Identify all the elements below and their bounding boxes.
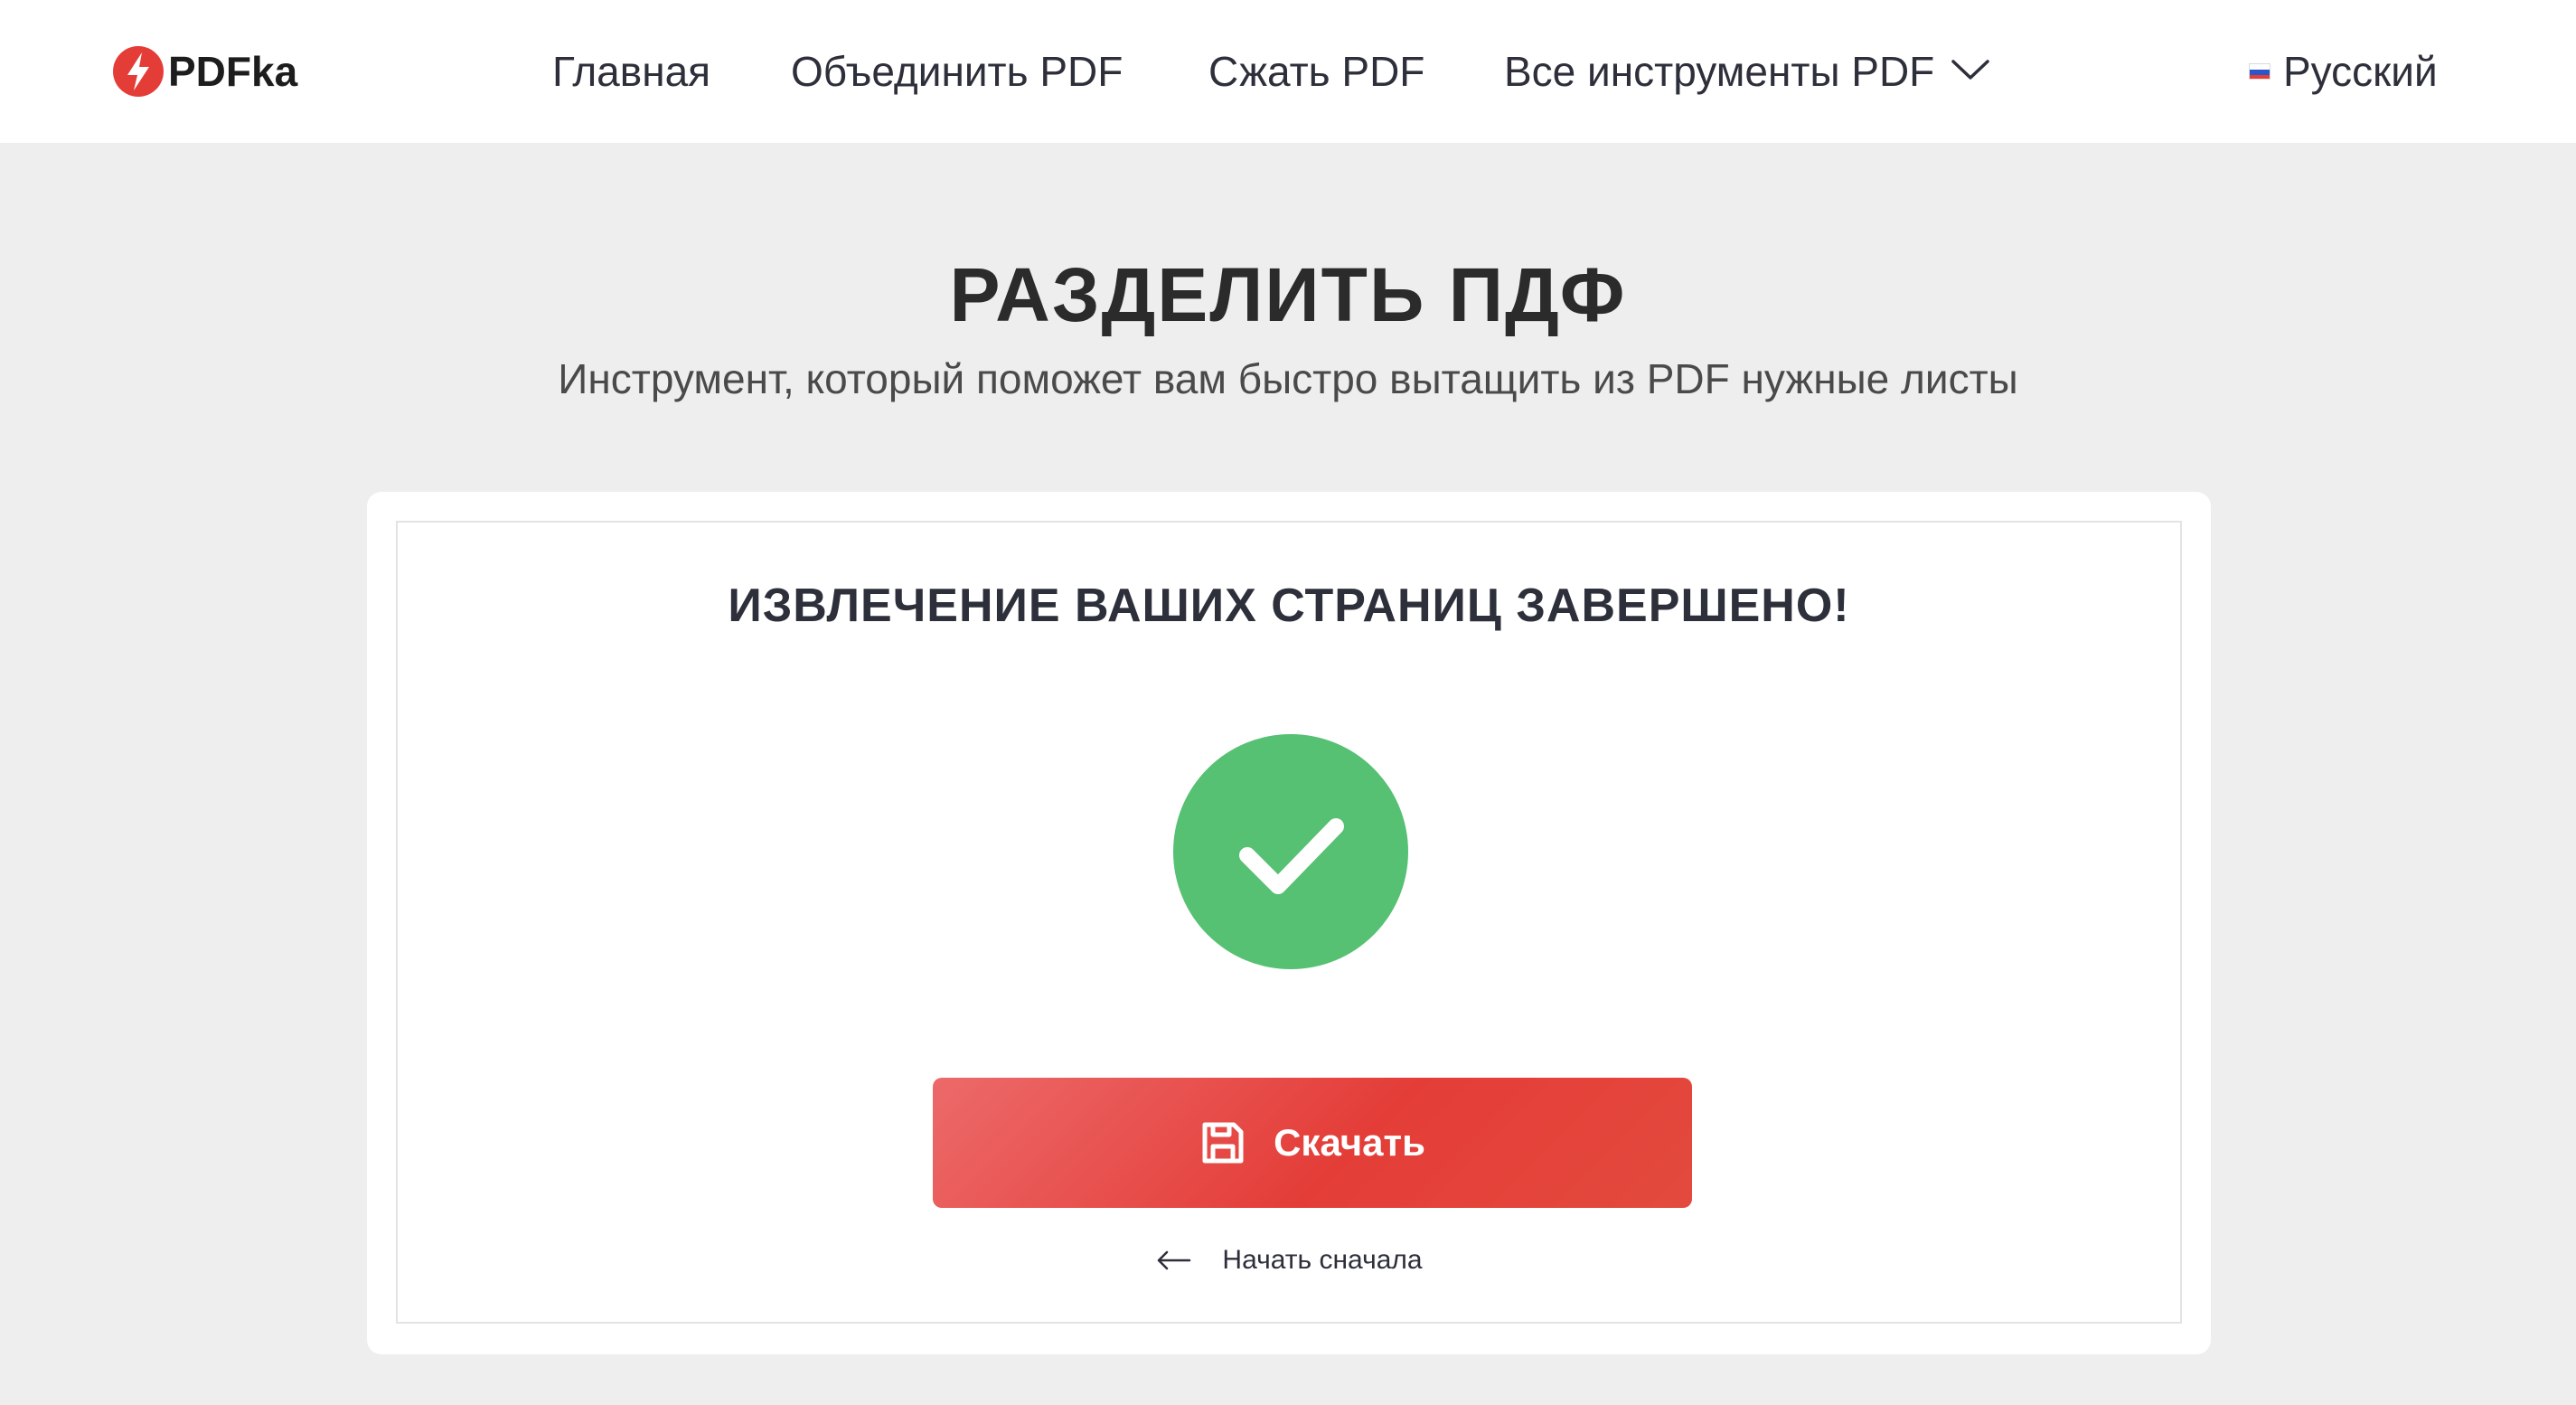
language-label: Русский [2283, 48, 2438, 95]
restart-link[interactable]: Начать сначала [398, 1242, 2180, 1278]
result-title: ИЗВЛЕЧЕНИЕ ВАШИХ СТРАНИЦ ЗАВЕРШЕНО! [728, 580, 1850, 632]
arrow-left-icon [1158, 1250, 1191, 1270]
checkmark-icon [1239, 818, 1344, 894]
nav-item-home[interactable]: Главная [552, 45, 710, 98]
nav-item-all-tools[interactable]: Все инструменты PDF [1504, 45, 1934, 98]
success-badge [1173, 734, 1408, 969]
nav-item-merge-pdf[interactable]: Объединить PDF [791, 45, 1123, 98]
floppy-disk-icon [1202, 1122, 1244, 1164]
result-panel: ИЗВЛЕЧЕНИЕ ВАШИХ СТРАНИЦ ЗАВЕРШЕНО! Скач… [396, 521, 2182, 1324]
russia-flag-icon [2249, 63, 2270, 80]
page-title: РАЗДЕЛИТЬ ПДФ [949, 252, 1627, 337]
nav-item-compress-pdf[interactable]: Сжать PDF [1208, 45, 1424, 98]
main-nav: Главная Объединить PDF Сжать PDF Все инс… [0, 0, 2576, 143]
download-label: Скачать [1274, 1121, 1425, 1164]
page-subtitle: Инструмент, который поможет вам быстро в… [558, 355, 2018, 402]
language-selector[interactable]: Русский [2249, 45, 2438, 98]
download-button[interactable]: Скачать [933, 1078, 1692, 1208]
restart-label: Начать сначала [1222, 1245, 1423, 1275]
top-header: PDFka Главная Объединить PDF Сжать PDF В… [0, 0, 2576, 143]
result-card: ИЗВЛЕЧЕНИЕ ВАШИХ СТРАНИЦ ЗАВЕРШЕНО! Скач… [367, 492, 2211, 1354]
chevron-down-icon[interactable] [1951, 56, 1990, 83]
